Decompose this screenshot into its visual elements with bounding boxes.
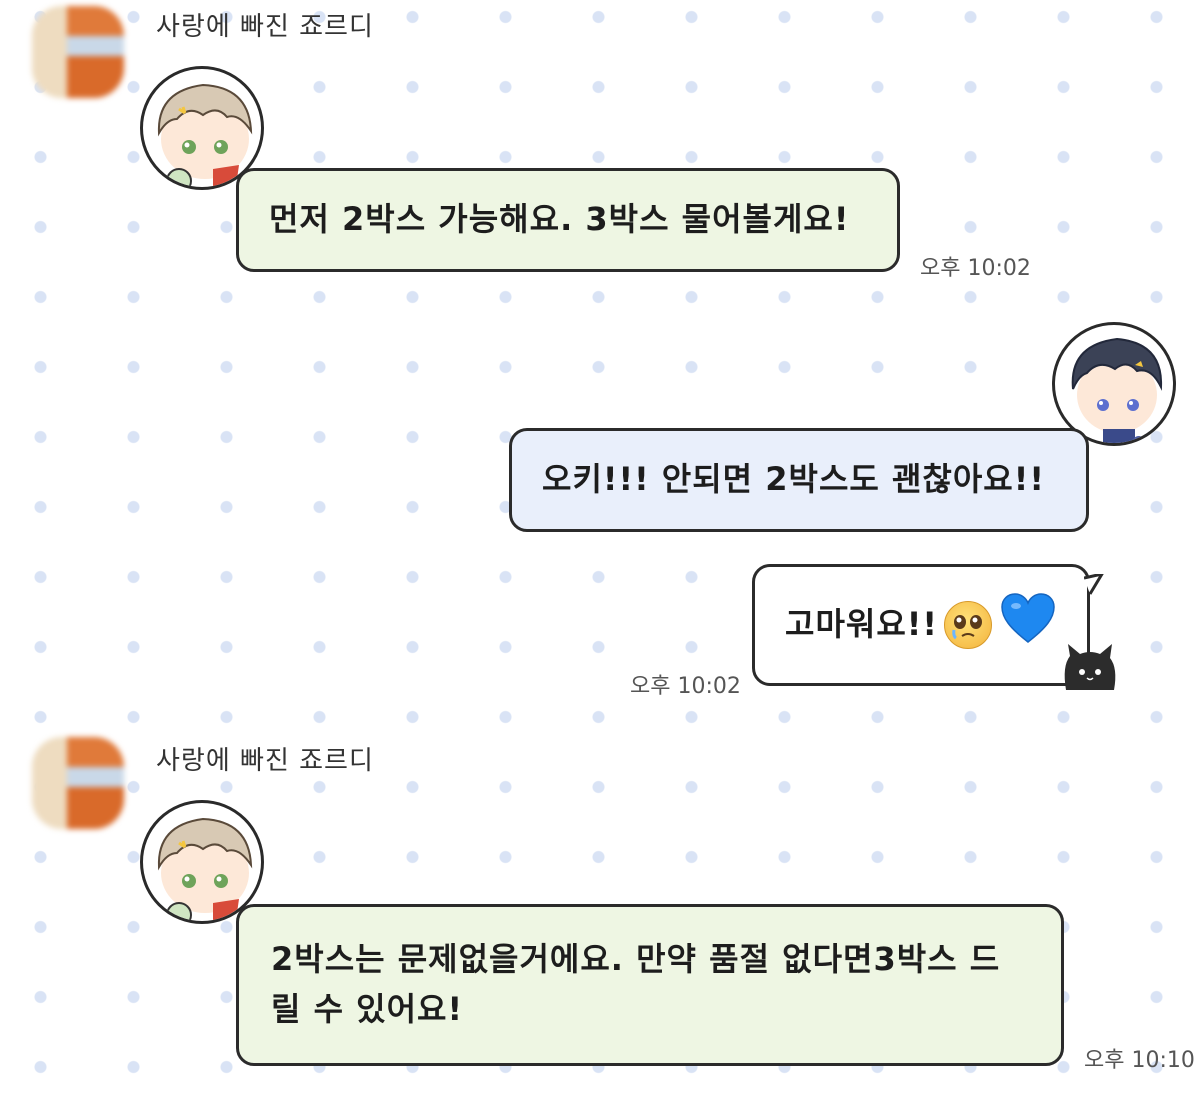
black-cat-icon xyxy=(1064,644,1116,690)
message-time: 오후 10:10 xyxy=(1084,1048,1195,1073)
message-text: 오키!!! 안되면 2박스도 괜찮아요!! xyxy=(542,460,1045,499)
message-text: 고마워요!! xyxy=(785,605,938,644)
message-bubble[interactable]: 고마워요!! xyxy=(752,564,1090,686)
blue-heart-icon xyxy=(1000,592,1056,659)
message-time: 오후 10:02 xyxy=(920,256,1031,281)
message-bubble[interactable]: 오키!!! 안되면 2박스도 괜찮아요!! xyxy=(509,428,1089,532)
sender-name: 사랑에 빠진 죠르디 xyxy=(156,746,374,776)
bubble-tail xyxy=(1084,574,1104,595)
sender-avatar[interactable] xyxy=(32,6,124,98)
message-bubble[interactable]: 2박스는 문제없을거에요. 만약 품절 없다면3박스 드릴 수 있어요! xyxy=(236,904,1064,1066)
message-text: 2박스는 문제없을거에요. 만약 품절 없다면3박스 드릴 수 있어요! xyxy=(271,940,1001,1028)
sender-avatar[interactable] xyxy=(32,737,124,829)
message-bubble[interactable]: 먼저 2박스 가능해요. 3박스 물어볼게요! xyxy=(236,168,900,272)
sender-name: 사랑에 빠진 죠르디 xyxy=(156,12,374,42)
pleading-face-icon xyxy=(943,601,992,649)
message-text: 먼저 2박스 가능해요. 3박스 물어볼게요! xyxy=(269,200,850,239)
message-time: 오후 10:02 xyxy=(630,674,741,699)
